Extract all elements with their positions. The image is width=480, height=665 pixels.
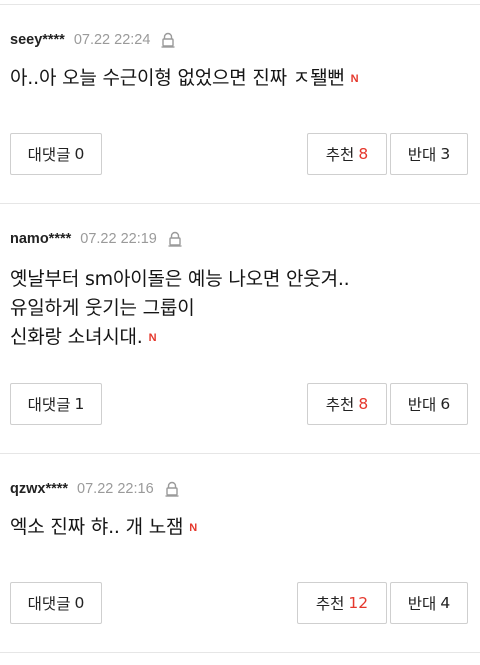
reply-button[interactable]: 대댓글 0 bbox=[10, 133, 102, 175]
comment-body: 아..아 오늘 수근이형 없었으면 진짜 ㅈ됄뻔 N bbox=[10, 64, 359, 94]
comment-meta: namo**** 07.22 22:19 bbox=[10, 229, 183, 249]
dislike-count: 6 bbox=[440, 395, 451, 413]
reply-label: 대댓글 bbox=[27, 396, 71, 414]
new-badge-icon: N bbox=[350, 73, 359, 85]
comment-username: seey**** bbox=[10, 32, 65, 48]
comment-line: 신화랑 소녀시대. N bbox=[10, 323, 350, 353]
comment-divider bbox=[0, 203, 480, 204]
reply-button[interactable]: 대댓글 0 bbox=[10, 582, 102, 624]
dislike-count: 4 bbox=[440, 594, 451, 612]
comment-username: qzwx**** bbox=[10, 481, 69, 497]
new-badge-icon: N bbox=[148, 332, 157, 344]
dislike-label: 반대 bbox=[407, 396, 437, 414]
like-label: 추천 bbox=[325, 146, 355, 164]
like-button[interactable]: 추천 8 bbox=[307, 383, 387, 425]
comment-line: 엑소 진짜 햐.. 개 노잼 N bbox=[10, 513, 197, 543]
comment-meta: seey**** 07.22 22:24 bbox=[10, 30, 176, 50]
new-badge-icon: N bbox=[189, 522, 198, 534]
comment-timestamp: 07.22 22:16 bbox=[77, 481, 154, 497]
like-button[interactable]: 추천 8 bbox=[307, 133, 387, 175]
comment-line: 유일하게 웃기는 그룹이 bbox=[10, 297, 195, 319]
reply-label: 대댓글 bbox=[27, 146, 71, 164]
dislike-count: 3 bbox=[440, 145, 451, 163]
reply-count: 0 bbox=[74, 594, 85, 612]
comment-username: namo**** bbox=[10, 231, 72, 247]
comment-meta: qzwx**** 07.22 22:16 bbox=[10, 479, 180, 499]
dislike-label: 반대 bbox=[407, 146, 437, 164]
comment-line: 아..아 오늘 수근이형 없었으면 진짜 ㅈ됄뻔 N bbox=[10, 64, 359, 94]
report-icon[interactable] bbox=[160, 32, 176, 48]
dislike-button[interactable]: 반대 4 bbox=[390, 582, 468, 624]
comment-timestamp: 07.22 22:19 bbox=[80, 231, 157, 247]
like-count: 8 bbox=[358, 145, 369, 163]
comment-line: 옛날부터 sm아이돌은 예능 나오면 안웃겨.. bbox=[10, 268, 350, 290]
comment-body: 엑소 진짜 햐.. 개 노잼 N bbox=[10, 513, 197, 543]
like-button[interactable]: 추천 12 bbox=[297, 582, 387, 624]
report-icon[interactable] bbox=[167, 231, 183, 247]
reply-label: 대댓글 bbox=[27, 595, 71, 613]
comment-timestamp: 07.22 22:24 bbox=[73, 32, 151, 48]
top-divider bbox=[0, 4, 480, 5]
dislike-button[interactable]: 반대 6 bbox=[390, 383, 468, 425]
reply-button[interactable]: 대댓글 1 bbox=[10, 383, 102, 425]
comment-divider bbox=[0, 453, 480, 454]
comment-body: 옛날부터 sm아이돌은 예능 나오면 안웃겨.. 유일하게 웃기는 그룹이 신화… bbox=[10, 265, 350, 353]
reply-count: 1 bbox=[74, 395, 85, 413]
like-count: 8 bbox=[358, 395, 369, 413]
like-count: 12 bbox=[348, 594, 369, 612]
dislike-button[interactable]: 반대 3 bbox=[390, 133, 468, 175]
dislike-label: 반대 bbox=[407, 595, 437, 613]
like-label: 추천 bbox=[325, 396, 355, 414]
report-icon[interactable] bbox=[164, 481, 180, 497]
reply-count: 0 bbox=[74, 145, 85, 163]
like-label: 추천 bbox=[315, 595, 345, 613]
bottom-divider bbox=[0, 652, 480, 653]
